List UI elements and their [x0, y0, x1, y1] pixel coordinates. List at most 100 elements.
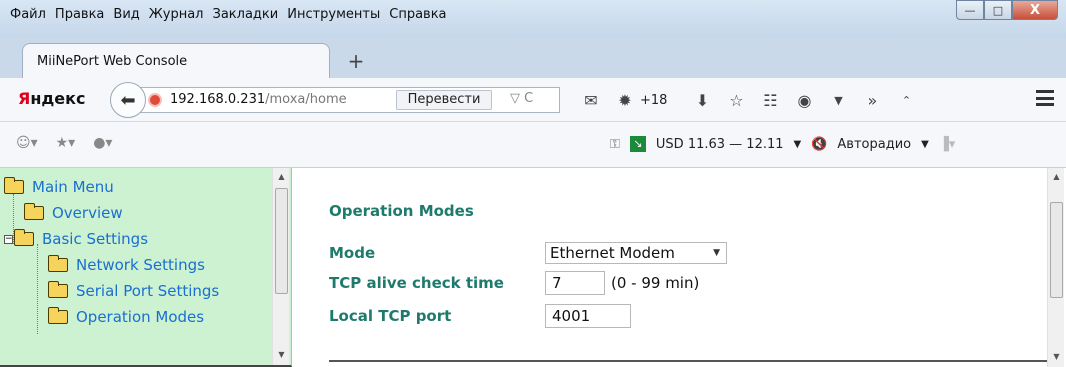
tab-strip: MiiNePort Web Console +: [0, 38, 1066, 79]
mode-selected-value: Ethernet Modem: [550, 244, 675, 262]
mode-label: Mode: [329, 244, 376, 262]
maximize-button[interactable]: □: [984, 0, 1012, 20]
navigation-bar: Яндекс 192.168.0.231/moxa/home Перевести…: [0, 78, 1066, 122]
download-icon[interactable]: ⬇: [689, 91, 715, 110]
folder-open-icon: [14, 229, 34, 246]
close-button[interactable]: X: [1012, 0, 1058, 20]
site-identity-icon[interactable]: [148, 93, 162, 107]
menu-history[interactable]: Журнал: [149, 7, 204, 22]
key-icon[interactable]: ⚿: [610, 137, 620, 152]
minimize-button[interactable]: —: [956, 0, 984, 20]
bookmarks-list-icon[interactable]: ☷: [757, 91, 783, 110]
nav-frame-scrollbar[interactable]: ▲ ▼: [272, 168, 289, 365]
menu-file[interactable]: Файл: [10, 7, 46, 22]
menu-items: Файл Правка Вид Журнал Закладки Инструме…: [10, 0, 456, 38]
tcp-alive-label: TCP alive check time: [329, 274, 504, 292]
local-port-row: Local TCP port 4001: [329, 304, 631, 328]
menu-tools[interactable]: Инструменты: [287, 7, 380, 22]
speaker-mute-icon[interactable]: 🔇: [811, 137, 827, 152]
hamburger-menu-icon[interactable]: [1036, 90, 1054, 106]
tree-item-operation-modes[interactable]: Operation Modes: [4, 304, 219, 330]
main-frame: Operation Modes Mode Ethernet Modem ▼ TC…: [293, 168, 1066, 367]
menu-bar: Файл Правка Вид Журнал Закладки Инструме…: [0, 0, 1066, 38]
tree-item-label: Operation Modes: [76, 308, 205, 326]
mail-icon[interactable]: ✉: [578, 91, 604, 110]
tree-item-label: Basic Settings: [42, 230, 149, 248]
tree-item-label: Main Menu: [32, 178, 114, 196]
chevron-down-icon[interactable]: ▼: [825, 94, 851, 107]
nav-icons: ✉ ✹ +18 ⬇ ☆ ☷ ◉ ▼ » ⌃: [578, 88, 927, 112]
radio-station[interactable]: Авторадио: [837, 137, 911, 152]
main-frame-scrollbar[interactable]: ▲ ▼: [1047, 168, 1064, 367]
new-tab-button[interactable]: +: [344, 50, 368, 74]
tab-title: MiiNePort Web Console: [37, 54, 188, 69]
menu-edit[interactable]: Правка: [55, 7, 104, 22]
tcp-alive-row: TCP alive check time 7 (0 - 99 min): [329, 271, 699, 295]
adblock-icon[interactable]: ◉: [791, 91, 817, 110]
radio-dropdown-icon[interactable]: ▼: [921, 139, 929, 150]
folder-open-icon: [4, 177, 24, 194]
weather-sun-icon[interactable]: ✹: [612, 91, 638, 110]
currency-dropdown-icon[interactable]: ▼: [794, 139, 802, 150]
currency-chart-icon: ↘: [629, 136, 646, 152]
local-port-label: Local TCP port: [329, 307, 452, 325]
scroll-down-arrow-icon[interactable]: ▼: [273, 346, 290, 363]
window-controls: — □ X: [956, 0, 1058, 22]
tree-item-main-menu[interactable]: Main Menu: [4, 174, 219, 200]
signal-icon: ▐▾: [938, 136, 956, 152]
url-path: /moxa/home: [265, 92, 347, 107]
currency-rate[interactable]: USD 11.63 — 12.11: [656, 137, 784, 152]
back-arrow-icon: ⬅: [120, 89, 136, 111]
tab-active[interactable]: MiiNePort Web Console: [22, 43, 330, 79]
mode-row: Mode Ethernet Modem ▼: [329, 241, 727, 265]
menu-view[interactable]: Вид: [113, 7, 139, 22]
navigation-frame: Main Menu Overview − Basic Settings Netw…: [0, 168, 292, 367]
tree-item-network-settings[interactable]: Network Settings: [4, 252, 219, 278]
scrollbar-thumb[interactable]: [1050, 202, 1063, 298]
tcp-alive-hint: (0 - 99 min): [611, 274, 700, 292]
menu-tree: Main Menu Overview − Basic Settings Netw…: [4, 174, 219, 330]
brand-rest: ндекс: [30, 89, 86, 108]
overflow-icon[interactable]: »: [859, 91, 885, 110]
menu-bookmarks[interactable]: Закладки: [213, 7, 279, 22]
toolbar-right-widgets: ⚿ ↘ USD 11.63 — 12.11 ▼ 🔇 Авторадио ▼ ▐▾: [610, 136, 955, 152]
translate-button[interactable]: Перевести: [396, 90, 492, 110]
bookmark-star-icon[interactable]: ☆: [723, 91, 749, 110]
tree-item-serial-port-settings[interactable]: Serial Port Settings: [4, 278, 219, 304]
folder-icon: [24, 203, 44, 220]
comment-icon[interactable]: ●▾: [93, 135, 112, 151]
chevron-down-icon: ▼: [713, 248, 720, 258]
user-icon[interactable]: ☺▾: [16, 135, 38, 151]
tree-item-label: Overview: [52, 204, 123, 222]
tree-item-basic-settings[interactable]: − Basic Settings: [4, 226, 219, 252]
url-bar[interactable]: 192.168.0.231/moxa/home Перевести ▽ C: [140, 87, 560, 113]
scroll-up-arrow-icon[interactable]: ▲: [1048, 168, 1065, 185]
url-text[interactable]: 192.168.0.231/moxa/home: [170, 92, 394, 107]
folder-icon: [48, 281, 68, 298]
page-content: Main Menu Overview − Basic Settings Netw…: [0, 168, 1066, 367]
favorite-star-icon[interactable]: ★▾: [56, 135, 76, 151]
brand-first-letter: Я: [18, 89, 31, 108]
folder-icon: [48, 255, 68, 272]
scrollbar-thumb[interactable]: [275, 188, 288, 294]
scroll-up-arrow-icon[interactable]: ▲: [273, 168, 290, 185]
page-title: Operation Modes: [329, 202, 474, 220]
collapse-icon[interactable]: −: [4, 234, 13, 244]
scroll-down-arrow-icon[interactable]: ▼: [1048, 348, 1065, 365]
folder-icon: [48, 307, 68, 324]
back-button[interactable]: ⬅: [110, 82, 146, 118]
weather-temperature[interactable]: +18: [640, 93, 667, 108]
yandex-logo[interactable]: Яндекс: [18, 89, 86, 108]
tree-item-label: Serial Port Settings: [76, 282, 220, 300]
toolbar-left-icons: ☺▾ ★▾ ●▾: [16, 135, 112, 151]
tree-item-overview[interactable]: Overview: [4, 200, 219, 226]
bookmark-toolbar: ☺▾ ★▾ ●▾ ⚿ ↘ USD 11.63 — 12.11 ▼ 🔇 Автор…: [0, 122, 1066, 168]
local-port-input[interactable]: 4001: [545, 304, 631, 328]
tcp-alive-input[interactable]: 7: [545, 271, 605, 295]
chevron-up-icon[interactable]: ⌃: [893, 94, 919, 107]
menu-help[interactable]: Справка: [389, 7, 446, 22]
mode-select[interactable]: Ethernet Modem ▼: [545, 242, 727, 264]
divider: [329, 360, 1049, 362]
url-dropdown-reload[interactable]: ▽ C: [510, 91, 533, 106]
tree-item-label: Network Settings: [76, 256, 205, 274]
